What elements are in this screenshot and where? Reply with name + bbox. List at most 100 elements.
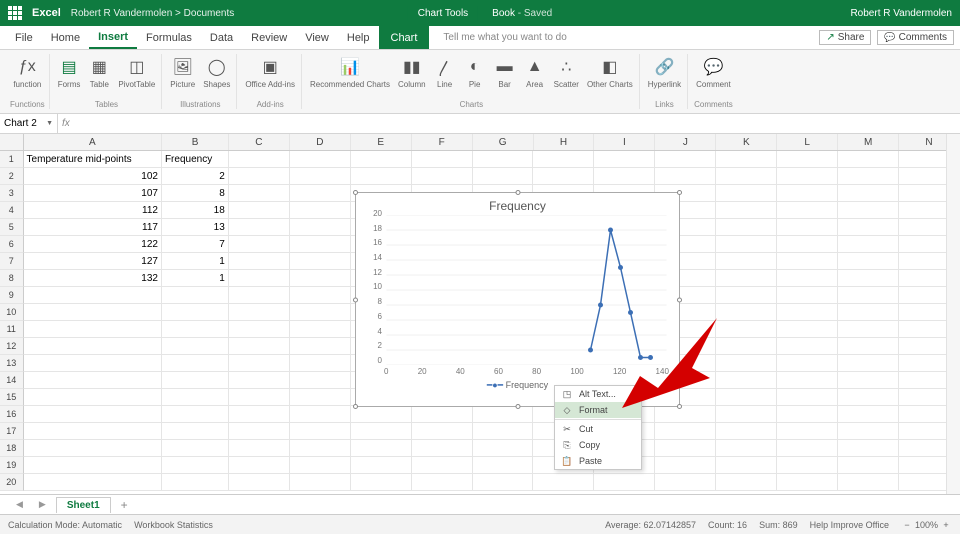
cell[interactable] — [162, 304, 229, 321]
cell[interactable] — [777, 440, 838, 457]
cell[interactable] — [24, 304, 162, 321]
zoom-level[interactable]: 100% — [915, 520, 938, 530]
cell[interactable] — [716, 321, 777, 338]
resize-handle[interactable] — [677, 190, 682, 195]
cell[interactable] — [777, 219, 838, 236]
cell[interactable] — [594, 151, 655, 168]
cell[interactable] — [229, 338, 290, 355]
tell-me-search[interactable]: Tell me what you want to do — [443, 32, 566, 43]
column-chart-button[interactable]: ▮▮Column — [396, 54, 428, 91]
cell[interactable] — [838, 389, 899, 406]
cell[interactable]: 8 — [162, 185, 229, 202]
tab-insert[interactable]: Insert — [89, 26, 137, 49]
cell[interactable] — [716, 304, 777, 321]
cell[interactable] — [655, 423, 716, 440]
cell[interactable] — [777, 236, 838, 253]
cell[interactable] — [716, 440, 777, 457]
cell[interactable] — [290, 236, 351, 253]
row-header[interactable]: 11 — [0, 321, 24, 338]
cell[interactable] — [533, 151, 594, 168]
cell[interactable] — [777, 355, 838, 372]
cell[interactable] — [290, 321, 351, 338]
cell[interactable] — [533, 168, 594, 185]
cell[interactable] — [716, 338, 777, 355]
cell[interactable]: 1 — [162, 253, 229, 270]
cell[interactable] — [290, 474, 351, 491]
resize-handle[interactable] — [353, 297, 358, 302]
row-header[interactable]: 2 — [0, 168, 24, 185]
cell[interactable] — [716, 151, 777, 168]
share-button[interactable]: Share — [819, 30, 871, 45]
name-box[interactable]: Chart 2▼ — [0, 114, 58, 133]
cell[interactable]: 102 — [24, 168, 162, 185]
cell[interactable] — [594, 168, 655, 185]
cell[interactable] — [655, 406, 716, 423]
cell[interactable]: 112 — [24, 202, 162, 219]
sheet-nav-next[interactable]: ▶ — [33, 499, 52, 510]
cell[interactable]: 127 — [24, 253, 162, 270]
cell[interactable] — [24, 321, 162, 338]
table-button[interactable]: ▦Table — [86, 54, 112, 91]
row-header[interactable]: 7 — [0, 253, 24, 270]
row-header[interactable]: 20 — [0, 474, 24, 491]
cm-alt-text[interactable]: ◳Alt Text... — [555, 386, 641, 402]
help-improve[interactable]: Help Improve Office — [810, 520, 889, 530]
cm-format[interactable]: ◇Format — [555, 402, 641, 418]
cell[interactable]: 117 — [24, 219, 162, 236]
cell[interactable] — [716, 185, 777, 202]
cell[interactable] — [229, 304, 290, 321]
cell[interactable] — [777, 168, 838, 185]
cm-cut[interactable]: ✂Cut — [555, 421, 641, 437]
cell[interactable] — [229, 236, 290, 253]
row-header[interactable]: 12 — [0, 338, 24, 355]
cell[interactable] — [777, 253, 838, 270]
cell[interactable] — [24, 423, 162, 440]
cell[interactable] — [777, 151, 838, 168]
cell[interactable] — [777, 304, 838, 321]
col-header[interactable]: E — [351, 134, 412, 150]
comment-button[interactable]: 💬Comment — [694, 54, 733, 91]
cell[interactable] — [777, 372, 838, 389]
cell[interactable]: 1 — [162, 270, 229, 287]
cell[interactable] — [162, 372, 229, 389]
resize-handle[interactable] — [353, 190, 358, 195]
cell[interactable] — [838, 253, 899, 270]
tab-help[interactable]: Help — [338, 26, 379, 49]
row-header[interactable]: 17 — [0, 423, 24, 440]
cell[interactable] — [412, 457, 473, 474]
cell[interactable]: 107 — [24, 185, 162, 202]
cell[interactable] — [412, 440, 473, 457]
cm-paste[interactable]: 📋Paste — [555, 453, 641, 469]
chart-object[interactable]: Frequency 20181614121086420 020406080100… — [355, 192, 680, 407]
cell[interactable] — [24, 338, 162, 355]
cell[interactable] — [777, 202, 838, 219]
pie-chart-button[interactable]: ◐Pie — [462, 54, 488, 91]
cell[interactable]: Temperature mid-points — [24, 151, 162, 168]
row-header[interactable]: 3 — [0, 185, 24, 202]
cell[interactable] — [412, 474, 473, 491]
cell[interactable] — [24, 287, 162, 304]
col-header[interactable]: K — [716, 134, 777, 150]
resize-handle[interactable] — [353, 404, 358, 409]
cell[interactable] — [162, 423, 229, 440]
cell[interactable] — [229, 287, 290, 304]
cell[interactable] — [162, 406, 229, 423]
cell[interactable] — [777, 406, 838, 423]
cell[interactable] — [716, 406, 777, 423]
line-chart-button[interactable]: 〳Line — [432, 54, 458, 91]
cell[interactable] — [716, 253, 777, 270]
cell[interactable] — [24, 372, 162, 389]
scatter-chart-button[interactable]: ∴Scatter — [552, 54, 581, 91]
cell[interactable] — [24, 474, 162, 491]
cell[interactable] — [229, 457, 290, 474]
cell[interactable] — [473, 168, 534, 185]
cell[interactable] — [777, 457, 838, 474]
cell[interactable] — [838, 321, 899, 338]
sheet-nav-prev[interactable]: ◀ — [10, 499, 29, 510]
cell[interactable] — [716, 168, 777, 185]
cell[interactable] — [229, 406, 290, 423]
cell[interactable] — [838, 440, 899, 457]
function-button[interactable]: ƒxfunction — [11, 54, 43, 91]
vertical-scrollbar[interactable] — [946, 134, 960, 494]
cell[interactable] — [655, 457, 716, 474]
